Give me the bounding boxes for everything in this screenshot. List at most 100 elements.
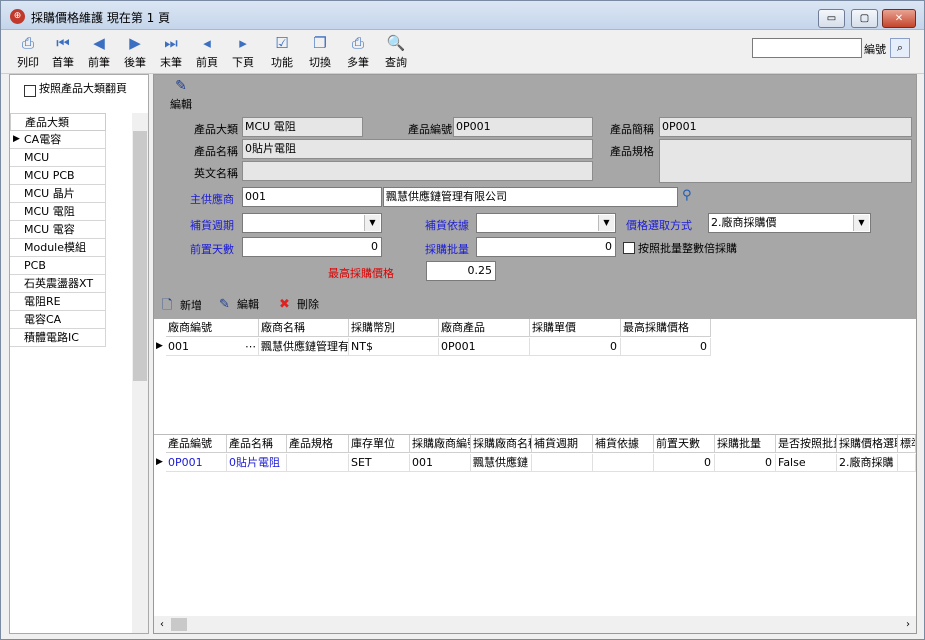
ellipsis-button[interactable]: ⋯ bbox=[245, 338, 256, 355]
column-header[interactable]: 庫存單位 bbox=[349, 435, 410, 453]
checkbox-box[interactable] bbox=[623, 242, 635, 254]
table-cell[interactable]: 001 ⋯ bbox=[166, 338, 259, 356]
list-item[interactable]: MCU bbox=[10, 149, 106, 167]
print-button[interactable]: ⎙ 列印 bbox=[11, 32, 45, 72]
price-method-select[interactable]: 2.廠商採購價 ▼ bbox=[708, 213, 871, 233]
list-item[interactable]: 石英震盪器XT bbox=[10, 275, 106, 293]
sub-edit-button[interactable]: ✎ 編輯 bbox=[219, 296, 259, 312]
list-item[interactable]: MCU 電阻 bbox=[10, 203, 106, 221]
table-cell[interactable] bbox=[287, 454, 349, 472]
chevron-down-icon[interactable]: ▼ bbox=[598, 215, 614, 231]
function-button[interactable]: ☑ 功能 bbox=[265, 32, 299, 72]
table-cell[interactable]: 0 bbox=[530, 338, 621, 356]
supplier-name-field[interactable]: 飄慧供應鏈管理有限公司 bbox=[383, 187, 678, 207]
supplier-lookup-icon[interactable]: ⚲ bbox=[682, 188, 692, 203]
table-cell[interactable]: SET bbox=[349, 454, 410, 472]
switch-button[interactable]: ❐ 切換 bbox=[303, 32, 337, 72]
table-cell[interactable]: 飄慧供應鏈管理有限公司 bbox=[259, 338, 349, 356]
column-header[interactable]: 採購單價 bbox=[530, 319, 621, 337]
column-header[interactable]: 採購幣別 bbox=[349, 319, 439, 337]
grid-scrollbar[interactable]: ‹ › bbox=[154, 616, 916, 633]
next-icon: ▶ bbox=[129, 34, 141, 52]
table-cell[interactable]: 飄慧供應鏈 bbox=[471, 454, 532, 472]
column-header[interactable]: 前置天數 bbox=[654, 435, 715, 453]
scroll-left-icon[interactable]: ‹ bbox=[154, 616, 170, 633]
table-cell[interactable]: 0貼片電阻 bbox=[227, 454, 287, 472]
scrollbar-thumb[interactable] bbox=[133, 131, 147, 381]
scroll-right-icon[interactable]: › bbox=[900, 616, 916, 633]
table-cell[interactable]: 001 bbox=[410, 454, 471, 472]
batch-multiple-checkbox[interactable]: 按照批量整數倍採購 bbox=[623, 240, 737, 256]
multi-button[interactable]: ⎙ 多筆 bbox=[341, 32, 375, 72]
list-item[interactable]: PCB bbox=[10, 257, 106, 275]
column-header[interactable]: 廠商產品 bbox=[439, 319, 530, 337]
edit-button[interactable]: ✎ 編輯 bbox=[170, 78, 192, 112]
restock-cycle-select[interactable]: ▼ bbox=[242, 213, 382, 233]
next-record-button[interactable]: ▶ 後筆 bbox=[118, 32, 152, 72]
column-header[interactable]: 產品名稱 bbox=[227, 435, 287, 453]
purchase-batch-field[interactable]: 0 bbox=[476, 237, 616, 257]
supplier-code-field[interactable]: 001 bbox=[242, 187, 382, 207]
lead-days-field[interactable]: 0 bbox=[242, 237, 382, 257]
table-cell[interactable]: 0 bbox=[621, 338, 711, 356]
column-header[interactable]: 最高採購價格 bbox=[621, 319, 711, 337]
chevron-down-icon[interactable]: ▼ bbox=[364, 215, 380, 231]
column-header[interactable]: 採購廠商編號 bbox=[410, 435, 471, 453]
column-header[interactable]: 採購批量 bbox=[715, 435, 776, 453]
column-header[interactable]: 是否按照批量 bbox=[776, 435, 837, 453]
list-item[interactable]: MCU PCB bbox=[10, 167, 106, 185]
column-header[interactable]: 產品規格 bbox=[287, 435, 349, 453]
lead-days-label: 前置天數 bbox=[190, 243, 234, 256]
delete-button[interactable]: ✖ 刪除 bbox=[279, 296, 319, 312]
list-item[interactable]: MCU 電容 bbox=[10, 221, 106, 239]
list-item[interactable]: 電容CA bbox=[10, 311, 106, 329]
list-item[interactable]: Module模組 bbox=[10, 239, 106, 257]
max-price-field[interactable]: 0.25 bbox=[426, 261, 496, 281]
column-header[interactable]: 產品編號 bbox=[166, 435, 227, 453]
list-item[interactable]: 積體電路IC bbox=[10, 329, 106, 347]
table-cell[interactable]: 0 bbox=[654, 454, 715, 472]
column-header[interactable]: 補貨週期 bbox=[532, 435, 593, 453]
table-cell[interactable]: 0P001 bbox=[166, 454, 227, 472]
list-item[interactable]: ▶ CA電容 bbox=[10, 131, 106, 149]
prev-record-button[interactable]: ◀ 前筆 bbox=[82, 32, 116, 72]
column-header[interactable]: 廠商編號 bbox=[166, 319, 259, 337]
restock-basis-select[interactable]: ▼ bbox=[476, 213, 616, 233]
list-item[interactable]: MCU 晶片 bbox=[10, 185, 106, 203]
scrollbar-thumb[interactable] bbox=[171, 618, 187, 631]
table-cell[interactable] bbox=[593, 454, 654, 472]
column-header[interactable]: 補貨依據 bbox=[593, 435, 654, 453]
search-input[interactable] bbox=[752, 38, 862, 58]
column-header[interactable]: 廠商名稱 bbox=[259, 319, 349, 337]
column-header[interactable]: 採購廠商名稱 bbox=[471, 435, 532, 453]
list-item[interactable]: 電阻RE bbox=[10, 293, 106, 311]
short-name-label: 產品簡稱 bbox=[610, 123, 654, 136]
table-cell[interactable]: 2.廠商採購 bbox=[837, 454, 898, 472]
add-button[interactable]: 🗋 新增 bbox=[162, 296, 202, 318]
row-pointer-icon: ▶ bbox=[156, 341, 163, 351]
column-header[interactable]: 標準 bbox=[898, 435, 916, 453]
chevron-down-icon[interactable]: ▼ bbox=[853, 215, 869, 231]
maximize-button[interactable]: ▢ bbox=[851, 9, 878, 28]
checkbox-box[interactable] bbox=[24, 85, 36, 97]
query-button[interactable]: 🔍 查詢 bbox=[379, 32, 413, 72]
first-icon: ⏮ bbox=[56, 34, 70, 52]
search-button[interactable]: ⌕ bbox=[890, 38, 910, 58]
next-page-button[interactable]: ▸ 下頁 bbox=[226, 32, 260, 72]
table-cell[interactable]: 0P001 bbox=[439, 338, 530, 356]
table-cell[interactable]: 0 bbox=[715, 454, 776, 472]
first-record-button[interactable]: ⏮ 首筆 bbox=[46, 32, 80, 72]
table-cell[interactable] bbox=[898, 454, 916, 472]
prev-page-button[interactable]: ◂ 前頁 bbox=[190, 32, 224, 72]
sidebar-scrollbar[interactable] bbox=[132, 113, 148, 633]
max-price-label: 最高採購價格 bbox=[328, 267, 394, 280]
minimize-button[interactable]: ▭ bbox=[818, 9, 845, 28]
column-header[interactable]: 採購價格選取 bbox=[837, 435, 898, 453]
table-cell[interactable]: NT$ bbox=[349, 338, 439, 356]
prev-page-icon: ◂ bbox=[203, 34, 211, 52]
product-grid: 產品編號 產品名稱 產品規格 庫存單位 採購廠商編號 採購廠商名稱 補貨週期 補… bbox=[154, 434, 916, 616]
last-record-button[interactable]: ⏭ 末筆 bbox=[154, 32, 188, 72]
close-button[interactable]: ✕ bbox=[882, 9, 916, 28]
table-cell[interactable] bbox=[532, 454, 593, 472]
table-cell[interactable]: False bbox=[776, 454, 837, 472]
